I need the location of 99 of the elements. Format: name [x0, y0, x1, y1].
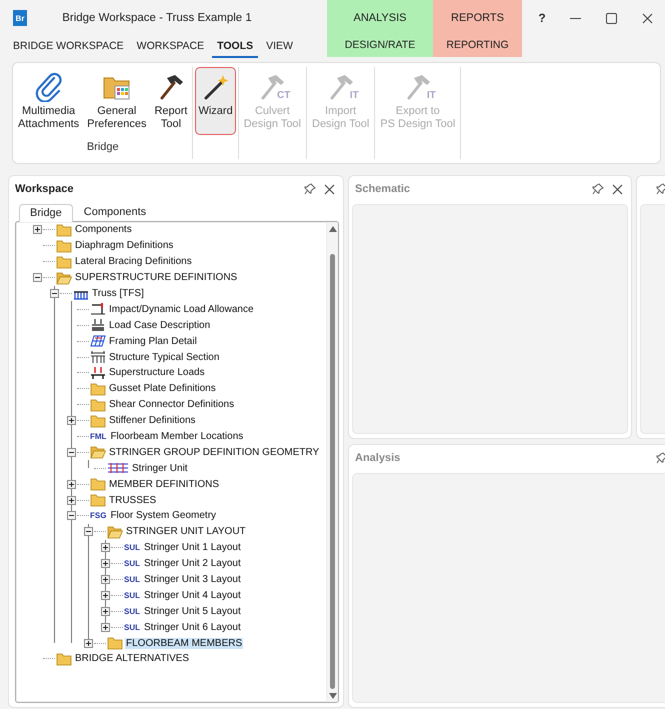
pin-icon[interactable] [656, 183, 665, 195]
folder-icon [56, 238, 72, 253]
tree-item[interactable]: Floorbeam Member Locations [109, 431, 244, 442]
app-logo: Br [13, 10, 27, 26]
scroll-down-icon[interactable] [328, 693, 336, 699]
tree-item[interactable]: MEMBER DEFINITIONS [108, 478, 220, 490]
expand-icon[interactable] [101, 590, 110, 600]
tree-item[interactable]: TRUSSES [108, 494, 158, 506]
icon-label: SUL [124, 575, 140, 584]
tree-item[interactable]: Stringer Unit 6 Layout [143, 622, 242, 633]
tree-item[interactable]: Impact/Dynamic Load Allowance [108, 304, 255, 315]
tree-item[interactable]: Lateral Bracing Definitions [74, 256, 193, 268]
panel-title: Analysis [355, 452, 402, 464]
ribbon-button[interactable]: Multimedia Attachments [15, 67, 82, 135]
ribbon-button[interactable]: Report Tool [151, 67, 190, 135]
expand-icon[interactable] [101, 543, 110, 552]
panel-title: Workspace [15, 183, 74, 195]
menu-tab[interactable]: DESIGN/RATE [327, 35, 433, 57]
tree-item[interactable]: Diaphragm Definitions [74, 240, 174, 252]
folder-icon [90, 493, 106, 508]
context-group-label: ANALYSIS [352, 10, 408, 26]
collapse-icon[interactable] [84, 527, 93, 536]
tree-item[interactable]: Truss [TFS] [91, 288, 145, 299]
menu-tab[interactable]: BRIDGE WORKSPACE [8, 36, 129, 58]
collapse-icon[interactable] [50, 289, 59, 298]
impact-load-icon [90, 302, 106, 316]
icon-label: SUL [124, 606, 140, 616]
icon-label: SUL [124, 559, 140, 568]
tree-item[interactable]: Shear Connector Definitions [108, 399, 236, 410]
expand-icon[interactable] [33, 225, 42, 234]
folder-icon [107, 524, 123, 539]
ribbon-button[interactable]: General Preferences [84, 67, 150, 135]
tree-item[interactable]: Stringer Unit 5 Layout [143, 606, 242, 617]
folder-icon [56, 270, 72, 285]
close-icon[interactable] [324, 184, 335, 194]
expand-icon[interactable] [101, 575, 110, 584]
tree-item[interactable]: Superstructure Loads [108, 367, 206, 378]
tree-item[interactable]: STRINGER GROUP DEFINITION GEOMETRY [108, 446, 320, 458]
tree-item[interactable]: Stringer Unit 1 Layout [143, 542, 242, 554]
tree-item[interactable]: Stringer Unit 2 Layout [143, 558, 242, 570]
tree-item[interactable]: BRIDGE ALTERNATIVES [74, 653, 190, 664]
tree-item[interactable]: Stringer Unit [131, 462, 189, 474]
icon-label: SUL [124, 622, 140, 632]
loads-icon [90, 366, 106, 380]
window-title: Bridge Workspace - Truss Example 1 [61, 12, 253, 24]
close-icon[interactable] [612, 184, 623, 194]
scrollbar[interactable] [326, 222, 338, 702]
tree-item[interactable]: STRINGER UNIT LAYOUT [125, 526, 247, 538]
expand-icon[interactable] [67, 496, 76, 505]
panel-title: Schematic [355, 183, 412, 195]
menu-tab[interactable]: REPORTING [433, 35, 522, 57]
help-button[interactable]: ? [538, 11, 546, 25]
tree-item[interactable]: Framing Plan Detail [108, 336, 198, 347]
menu-tab[interactable]: VIEW [261, 36, 298, 58]
tree-item[interactable]: Stringer Unit 3 Layout [143, 574, 242, 586]
close-icon[interactable] [642, 12, 653, 24]
icon-label: FML [90, 432, 106, 442]
icon-label: FSG [90, 511, 106, 520]
collapse-icon[interactable] [67, 448, 76, 457]
expand-icon[interactable] [67, 480, 76, 489]
expand-icon[interactable] [101, 606, 110, 616]
tree-item[interactable]: Structure Typical Section [108, 352, 220, 363]
folder-icon [56, 254, 72, 269]
tree-item[interactable]: Load Case Description [108, 320, 212, 331]
maximize-icon[interactable] [606, 12, 617, 24]
pin-icon[interactable] [304, 183, 316, 195]
folder-icon [90, 382, 106, 396]
expand-icon[interactable] [84, 638, 93, 648]
ribbon-button[interactable]: Wizard [195, 67, 236, 135]
pin-icon[interactable] [656, 452, 665, 464]
icon-label: SUL [124, 543, 140, 552]
load-case-icon [90, 318, 106, 332]
section-icon [90, 350, 106, 364]
stringer-icon [107, 461, 129, 476]
panel-tab[interactable]: Bridge [19, 204, 73, 222]
folder-icon [90, 414, 106, 428]
tree-item[interactable]: SUPERSTRUCTURE DEFINITIONS [74, 272, 238, 284]
collapse-icon[interactable] [67, 511, 76, 520]
tree-item[interactable]: Components [74, 224, 133, 236]
expand-icon[interactable] [101, 559, 110, 568]
menu-tab[interactable]: TOOLS [212, 36, 258, 58]
panel-tab[interactable]: Components [72, 203, 158, 221]
scroll-up-icon[interactable] [328, 226, 336, 232]
folder-icon [90, 398, 106, 412]
tree-item[interactable]: Stringer Unit 4 Layout [143, 590, 242, 601]
tree-item[interactable]: FLOORBEAM MEMBERS [125, 638, 244, 649]
pin-icon[interactable] [592, 183, 604, 195]
tree-item[interactable]: Floor System Geometry [109, 510, 218, 522]
icon-label: SUL [124, 590, 140, 600]
tree-item[interactable]: Gusset Plate Definitions [108, 383, 217, 394]
tree-item[interactable]: Stiffener Definitions [108, 415, 197, 426]
expand-icon[interactable] [101, 622, 110, 632]
expand-icon[interactable] [67, 416, 76, 426]
collapse-icon[interactable] [33, 273, 42, 282]
folder-icon [90, 445, 106, 460]
group-label: Bridge [86, 140, 120, 155]
context-group-label: REPORTS [450, 10, 505, 26]
framing-plan-icon [90, 334, 106, 348]
menu-tab[interactable]: WORKSPACE [132, 36, 210, 58]
